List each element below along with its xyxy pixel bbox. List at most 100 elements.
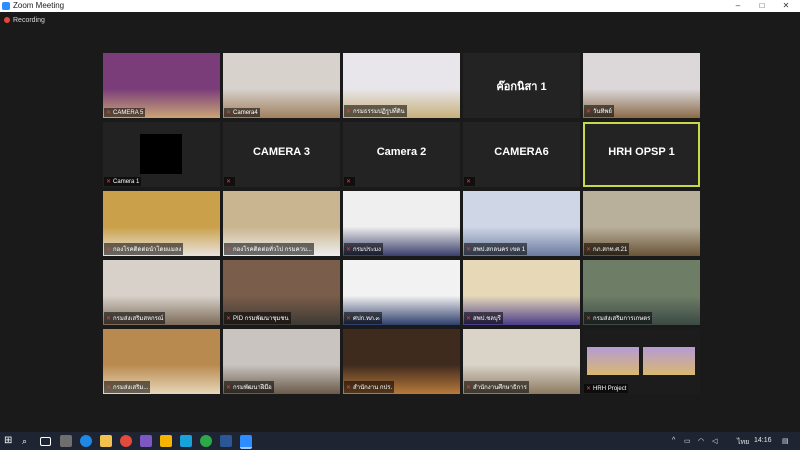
participant-tile[interactable]: Camera 2 ✕ [343, 122, 460, 187]
participant-name-label: ✕ HRH Project [584, 384, 629, 393]
participant-name: กรมส่งเสริมสหกรณ์ [113, 316, 164, 322]
line-icon[interactable] [200, 435, 212, 447]
task-view-icon[interactable] [40, 437, 51, 446]
participant-name-label: ✕ CAMERA 5 [104, 108, 146, 117]
participant-name: กรมประมง [353, 247, 381, 253]
participant-tile[interactable]: ✕ HRH Project [583, 329, 700, 394]
participant-tile[interactable]: ✕ กองโรคติดต่อทั่วไป กรมควบ... [223, 191, 340, 256]
participant-tile[interactable]: ✕ กรมธรรมปฏิรูปที่ดิน [343, 53, 460, 118]
participant-name-label: ✕ ศปก.ทภ.๓ [344, 312, 382, 324]
notification-icon[interactable]: ▤ [782, 437, 789, 445]
app-icon-3[interactable] [160, 435, 172, 447]
language-indicator[interactable]: ไทย [737, 437, 749, 448]
muted-mic-icon: ✕ [106, 179, 112, 185]
participant-name-label: ✕ PID กรมพัฒนาชุมชน [224, 312, 291, 324]
participant-name-label: ✕ สพป.สกลนคร เขต 1 [464, 243, 528, 255]
participant-name: กรมธรรมปฏิรูปที่ดิน [353, 109, 405, 115]
participant-name: PID กรมพัฒนาชุมชน [233, 316, 289, 322]
participant-tile[interactable]: ✕ กภ.สกท.ศ.21 [583, 191, 700, 256]
muted-mic-icon: ✕ [586, 316, 592, 322]
muted-mic-icon: ✕ [106, 316, 112, 322]
participant-name: สำนักงานศึกษาธิการ [473, 385, 527, 391]
participant-tile[interactable]: ✕ สำนักงานศึกษาธิการ [463, 329, 580, 394]
edge-icon[interactable] [80, 435, 92, 447]
participant-name: Camera 1 [113, 179, 140, 185]
participant-name: สำนักงาน กปร. [353, 385, 393, 391]
muted-mic-icon: ✕ [106, 385, 112, 391]
participant-name: CAMERA 5 [113, 110, 144, 116]
participant-tile[interactable]: ✕ กรมส่งเสริมสหกรณ์ [103, 260, 220, 325]
app-icon-4[interactable] [180, 435, 192, 447]
search-icon[interactable]: ⌕ [22, 435, 34, 447]
participant-name-label: ✕ กรมธรรมปฏิรูปที่ดิน [344, 105, 407, 117]
participant-name-label: ✕ กภ.สกท.ศ.21 [584, 243, 630, 255]
muted-mic-icon: ✕ [466, 247, 472, 253]
participant-name-label: ✕ กรมส่งเสริมการเกษตร [584, 312, 653, 324]
muted-mic-icon: ✕ [466, 316, 472, 322]
participant-tile[interactable]: CAMERA 3 ✕ [223, 122, 340, 187]
participant-tile[interactable]: ✕ PID กรมพัฒนาชุมชน [223, 260, 340, 325]
participant-name-label: ✕ สำนักงานศึกษาธิการ [464, 381, 529, 393]
participant-name: กองโรคติดต่อทั่วไป กรมควบ... [233, 247, 312, 253]
participant-tile[interactable]: ค๊อกนิสา 1 [463, 53, 580, 118]
participant-tile[interactable]: ✕ วันทิพย์ [583, 53, 700, 118]
muted-mic-icon: ✕ [226, 179, 232, 185]
participant-name-label: ✕ กองโรคติดต่อทั่วไป กรมควบ... [224, 243, 314, 255]
muted-mic-icon: ✕ [346, 385, 352, 391]
participant-name-large: HRH OPSP 1 [608, 146, 675, 158]
muted-mic-icon: ✕ [226, 247, 232, 253]
participant-tile[interactable]: ✕ ศปก.ทภ.๓ [343, 260, 460, 325]
participant-name-label: ✕ กรมส่งเสริม... [104, 381, 151, 393]
participant-name: สพป.สกลนคร เขต 1 [473, 247, 526, 253]
participant-tile[interactable]: ✕ กรมส่งเสริมการเกษตร [583, 260, 700, 325]
muted-mic-icon: ✕ [346, 179, 352, 185]
app-icon-1[interactable] [60, 435, 72, 447]
muted-mic-icon: ✕ [106, 110, 112, 116]
muted-mic-icon: ✕ [226, 110, 232, 116]
participant-name: กรมส่งเสริมการเกษตร [593, 316, 651, 322]
participant-tile[interactable]: ✕ Camera 1 [103, 122, 220, 187]
participant-name: กรมพัฒนาฝีมือ [233, 385, 272, 391]
participant-tile[interactable]: ✕ กองโรคติดต่อนำโดยแมลง [103, 191, 220, 256]
participant-name-label: ✕ สำนักงาน กปร. [344, 381, 395, 393]
windows-start-icon[interactable]: ⊞ [4, 435, 16, 447]
participant-name-label: ✕ วันทิพย์ [584, 105, 614, 117]
participant-name-label: ✕ กรมส่งเสริมสหกรณ์ [104, 312, 166, 324]
participant-tile[interactable]: HRH OPSP 1 [583, 122, 700, 187]
participant-name-label: ✕ Camera4 [224, 108, 260, 117]
app-icon-2[interactable] [140, 435, 152, 447]
participant-name-large: ค๊อกนิสา 1 [496, 81, 547, 93]
network-icon[interactable]: ▭ [684, 437, 691, 445]
participant-tile[interactable]: ✕ CAMERA 5 [103, 53, 220, 118]
wifi-icon[interactable]: ◠ [698, 437, 704, 445]
muted-mic-icon: ✕ [586, 386, 592, 392]
participant-tile[interactable]: ✕ Camera4 [223, 53, 340, 118]
word-icon[interactable] [220, 435, 232, 447]
participant-name: วันทิพย์ [593, 109, 612, 115]
participant-name-label: ✕ กรมพัฒนาฝีมือ [224, 381, 274, 393]
muted-mic-icon: ✕ [346, 247, 352, 253]
file-explorer-icon[interactable] [100, 435, 112, 447]
participant-name: กองโรคติดต่อนำโดยแมลง [113, 247, 182, 253]
participant-tile[interactable]: ✕ สพป.ชลบุรี [463, 260, 580, 325]
tray-chevron-icon[interactable]: ^ [672, 437, 675, 444]
participant-name-large: Camera 2 [376, 146, 427, 158]
clock[interactable]: 14:16 [754, 437, 772, 444]
participant-name-label: ✕ Camera 1 [104, 177, 142, 186]
participant-name: HRH Project [593, 386, 627, 392]
participant-tile[interactable]: CAMERA6 ✕ [463, 122, 580, 187]
participant-name: Camera4 [233, 110, 258, 116]
chrome-icon[interactable] [120, 435, 132, 447]
participant-tile[interactable]: ✕ สำนักงาน กปร. [343, 329, 460, 394]
participant-name-label: ✕ กองโรคติดต่อนำโดยแมลง [104, 243, 184, 255]
zoom-taskbar-icon[interactable] [240, 435, 252, 449]
participant-name-large: CAMERA6 [494, 146, 549, 158]
volume-icon[interactable]: ◁ [712, 437, 717, 445]
participant-tile[interactable]: ✕ กรมประมง [343, 191, 460, 256]
participant-tile[interactable]: ✕ สพป.สกลนคร เขต 1 [463, 191, 580, 256]
muted-mic-icon: ✕ [226, 316, 232, 322]
muted-mic-icon: ✕ [466, 385, 472, 391]
participant-tile[interactable]: ✕ กรมพัฒนาฝีมือ [223, 329, 340, 394]
participant-tile[interactable]: ✕ กรมส่งเสริม... [103, 329, 220, 394]
participant-name: ศปก.ทภ.๓ [353, 316, 380, 322]
